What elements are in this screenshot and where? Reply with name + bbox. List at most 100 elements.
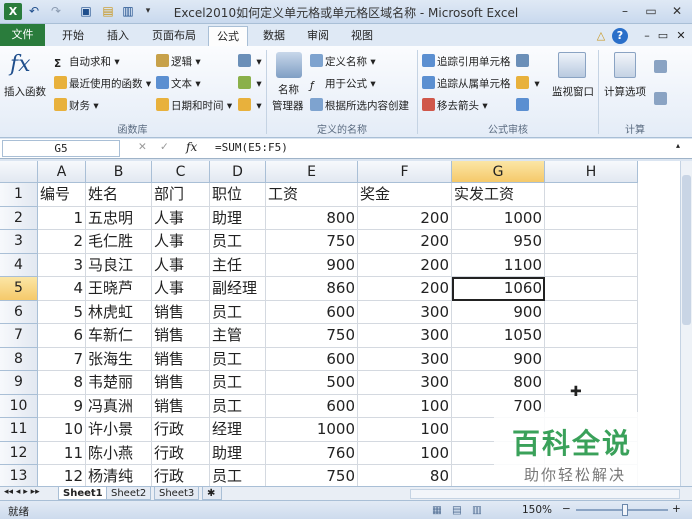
zoom-level[interactable]: 150% [522,504,552,516]
cell[interactable]: 100 [358,394,452,418]
insert-function-icon[interactable]: fx [10,52,31,77]
cell[interactable]: 奖金 [358,183,452,207]
evaluate-formula-icon[interactable] [516,98,531,112]
column-header-c[interactable]: C [152,161,210,183]
active-cell[interactable]: 1060 [452,277,545,301]
row-header[interactable]: 2 [0,206,38,230]
cell[interactable]: 编号 [38,183,86,207]
cell[interactable]: 6 [38,324,86,348]
row-header[interactable]: 7 [0,324,38,348]
column-header-g[interactable]: G [452,161,545,183]
math-button[interactable]: ▾ [238,76,262,90]
more-functions-button[interactable]: ▾ [238,98,262,112]
tab-home[interactable]: 开始 [55,26,91,46]
tab-page-layout[interactable]: 页面布局 [148,26,200,46]
enter-icon[interactable]: ✓ [160,141,169,153]
cell[interactable] [545,183,638,207]
tab-data[interactable]: 数据 [256,26,292,46]
cell[interactable]: 200 [358,206,452,230]
name-manager-icon[interactable] [276,52,302,78]
sheet-tab-1[interactable]: Sheet1 [58,487,108,500]
error-checking-icon[interactable]: ▾ [516,76,540,90]
doc-restore-icon[interactable]: ▭ [656,26,670,46]
calc-options-button[interactable]: 计算选项 [604,84,646,99]
datetime-button[interactable]: 日期和时间 ▾ [156,98,232,113]
cell[interactable]: 王晓芦 [86,277,152,301]
cell[interactable] [545,206,638,230]
normal-view-icon[interactable]: ▦ [432,504,442,516]
cell[interactable]: 经理 [210,418,266,442]
name-manager-label-1[interactable]: 名称 [278,82,299,97]
expand-formula-icon[interactable]: ▴ [676,141,680,150]
cell[interactable]: 销售 [152,347,210,371]
cell[interactable]: 销售 [152,300,210,324]
row-header[interactable]: 9 [0,371,38,395]
cell[interactable] [545,277,638,301]
trace-dependents-button[interactable]: 追踪从属单元格 [422,76,511,91]
calc-sheet-icon[interactable] [654,92,669,106]
remove-arrows-button[interactable]: 移去箭头 ▾ [422,98,488,113]
cell[interactable]: 马良江 [86,253,152,277]
cell[interactable] [545,324,638,348]
cell[interactable] [545,347,638,371]
cell[interactable]: 人事 [152,277,210,301]
cell[interactable]: 销售 [152,394,210,418]
cell[interactable]: 3 [38,253,86,277]
cell[interactable]: 助理 [210,206,266,230]
cell[interactable]: 900 [266,253,358,277]
sheet-tab-2[interactable]: Sheet2 [106,487,152,500]
cell[interactable]: 行政 [152,418,210,442]
cell[interactable]: 1100 [452,253,545,277]
cell[interactable]: 韦楚丽 [86,371,152,395]
column-header-a[interactable]: A [38,161,86,183]
cell[interactable]: 2 [38,230,86,254]
sheet-tab-3[interactable]: Sheet3 [154,487,200,500]
row-header[interactable]: 4 [0,253,38,277]
cell[interactable]: 100 [358,441,452,465]
cell[interactable]: 姓名 [86,183,152,207]
cell[interactable]: 100 [358,418,452,442]
lookup-button[interactable]: ▾ [238,54,262,68]
cell[interactable]: 1000 [452,206,545,230]
close-button[interactable]: ✕ [666,2,688,20]
insert-function-bar-icon[interactable]: fx [186,140,197,154]
text-button[interactable]: 文本 ▾ [156,76,201,91]
cell[interactable]: 750 [266,230,358,254]
cell[interactable]: 销售 [152,371,210,395]
ribbon-minimize-icon[interactable]: △ [594,26,608,46]
column-header-b[interactable]: B [86,161,152,183]
create-from-selection-button[interactable]: 根据所选内容创建 [310,98,409,113]
cell[interactable]: 员工 [210,394,266,418]
cell[interactable]: 副经理 [210,277,266,301]
cell[interactable]: 员工 [210,347,266,371]
cell[interactable]: 860 [266,277,358,301]
cell[interactable] [545,253,638,277]
cell[interactable]: 张海生 [86,347,152,371]
cell[interactable]: 300 [358,347,452,371]
cell[interactable]: 许小景 [86,418,152,442]
cancel-icon[interactable]: ✕ [138,141,147,153]
cell[interactable]: 部门 [152,183,210,207]
watch-window-button[interactable]: 监视窗口 [552,84,594,99]
trace-precedents-button[interactable]: 追踪引用单元格 [422,54,511,69]
cell[interactable]: 300 [358,300,452,324]
vertical-scroll-thumb[interactable] [682,175,691,325]
cell[interactable]: 1 [38,206,86,230]
help-icon[interactable]: ? [612,28,628,44]
cell[interactable]: 1000 [266,418,358,442]
cell[interactable]: 行政 [152,441,210,465]
zoom-out-button[interactable]: − [562,503,571,515]
cell[interactable]: 工资 [266,183,358,207]
cell[interactable]: 杨清纯 [86,465,152,486]
row-header[interactable]: 5 [0,277,38,301]
cell[interactable]: 300 [358,324,452,348]
cell[interactable]: 750 [266,324,358,348]
cell[interactable]: 主任 [210,253,266,277]
cell[interactable]: 主管 [210,324,266,348]
use-in-formula-button[interactable]: ƒ 用于公式 ▾ [310,76,376,93]
formula-input[interactable]: =SUM(E5:F5) [215,141,288,154]
cell[interactable]: 200 [358,277,452,301]
cell[interactable] [545,300,638,324]
row-header[interactable]: 12 [0,441,38,465]
row-header[interactable]: 6 [0,300,38,324]
